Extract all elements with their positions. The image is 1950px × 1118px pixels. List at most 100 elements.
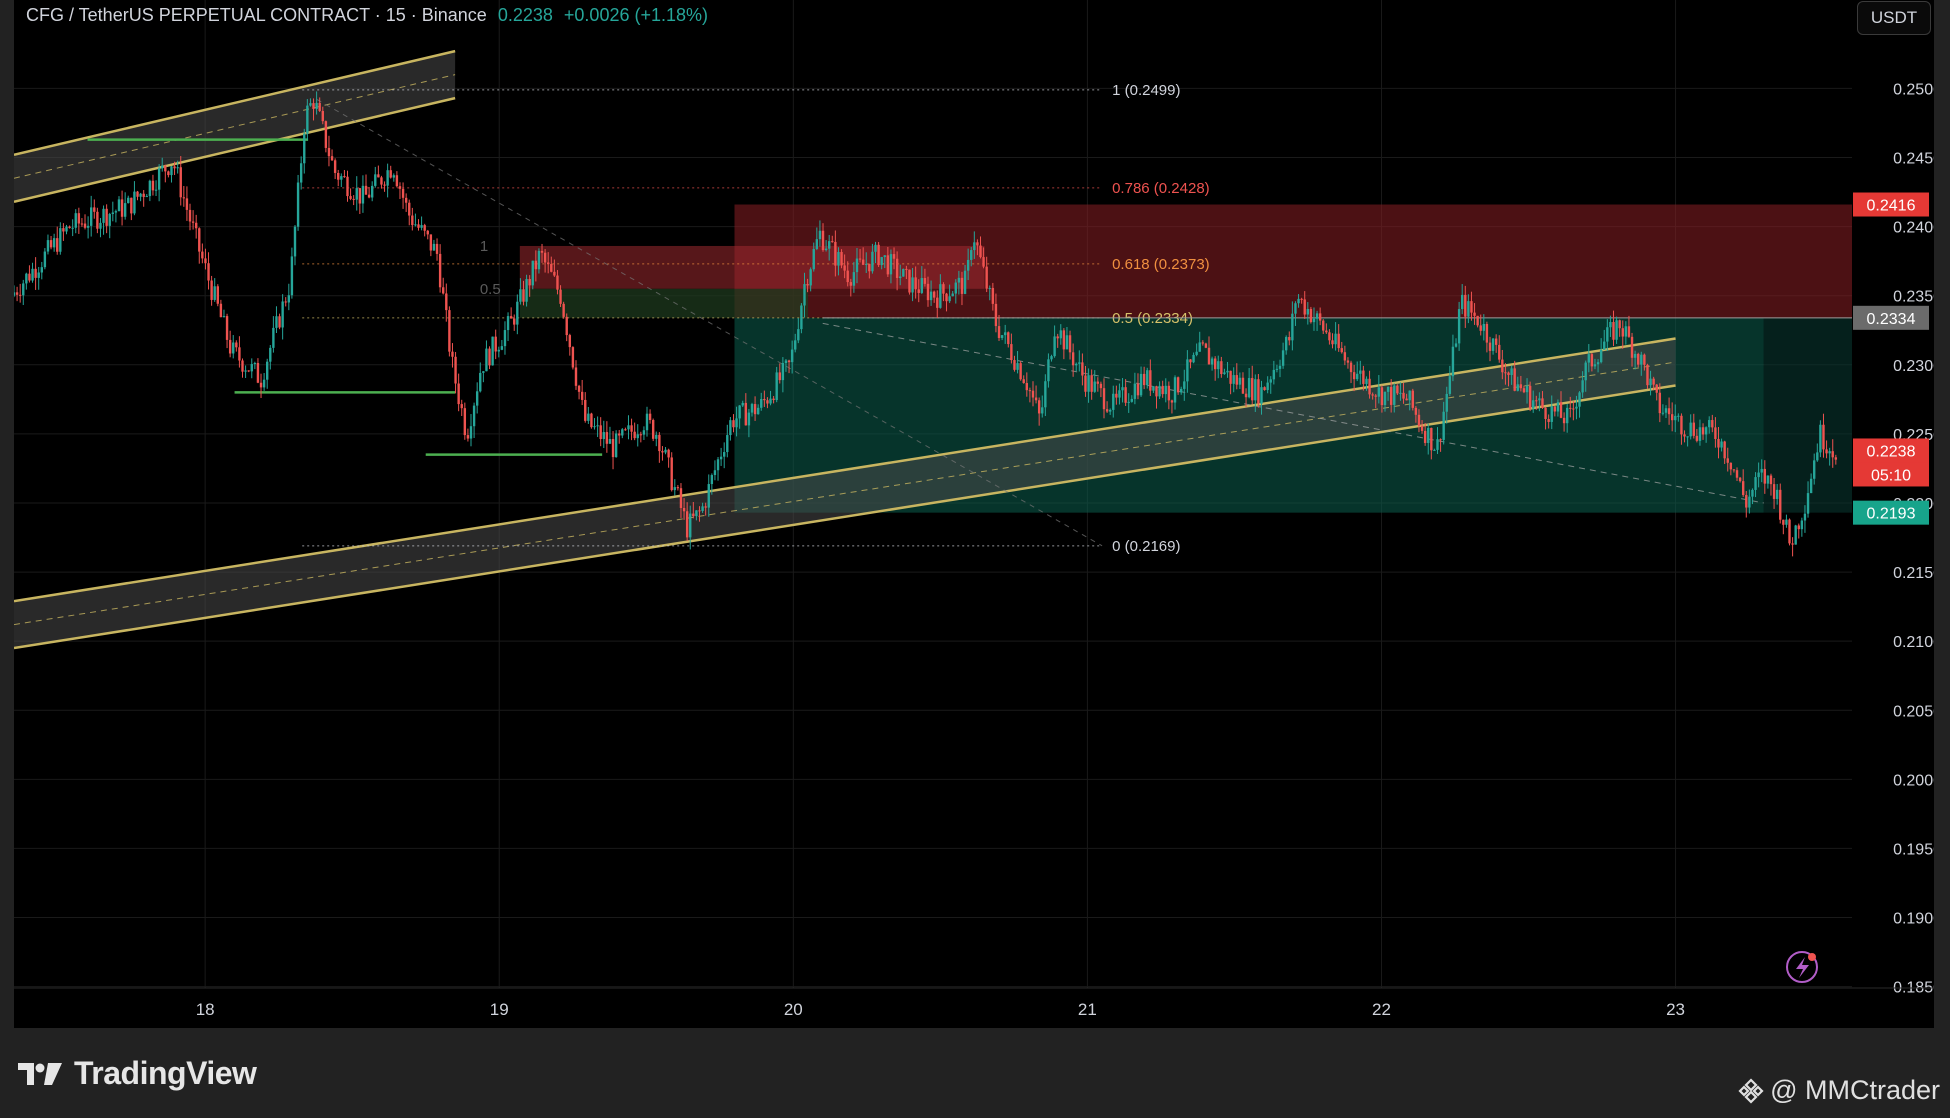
candle-body bbox=[1226, 370, 1229, 373]
candle-body bbox=[219, 303, 223, 318]
candle-body bbox=[108, 213, 111, 226]
candle-body bbox=[83, 223, 87, 228]
candle-body bbox=[812, 248, 815, 270]
candle-body bbox=[389, 170, 392, 178]
candle-body bbox=[892, 254, 896, 259]
candle-body bbox=[1652, 378, 1655, 385]
candle-body bbox=[1322, 320, 1325, 331]
candle-body bbox=[1819, 424, 1822, 453]
candle-body bbox=[1380, 387, 1384, 406]
candle-body bbox=[1510, 368, 1513, 376]
candle-body bbox=[988, 287, 991, 289]
candle-body bbox=[1278, 365, 1282, 369]
candle-body bbox=[1828, 451, 1831, 454]
candle-body bbox=[1031, 390, 1035, 398]
candle-body bbox=[911, 277, 914, 293]
candle-body bbox=[1593, 364, 1597, 367]
candle-body bbox=[834, 241, 837, 266]
candle-body bbox=[1050, 356, 1053, 360]
candle-body bbox=[1349, 362, 1353, 373]
candle-body bbox=[1269, 379, 1272, 383]
candle-body bbox=[56, 238, 59, 252]
candle-body bbox=[1457, 309, 1461, 344]
candle-body bbox=[1087, 375, 1090, 392]
candle-body bbox=[676, 487, 680, 489]
candle-body bbox=[1596, 362, 1600, 365]
candle-body bbox=[1692, 422, 1695, 436]
candle-body bbox=[648, 413, 652, 421]
candle-body bbox=[1402, 392, 1405, 399]
candle-body bbox=[1337, 333, 1340, 349]
candle-body bbox=[1451, 346, 1455, 377]
candle-body bbox=[849, 282, 853, 286]
candle-body bbox=[1130, 398, 1133, 402]
candle-body bbox=[787, 360, 791, 363]
candle-body bbox=[719, 456, 723, 460]
candle-body bbox=[1343, 352, 1347, 361]
candle-body bbox=[1553, 406, 1557, 412]
candle-body bbox=[1488, 342, 1492, 351]
chart-panel[interactable]: 1 0.5 1 (0.2499) 0.786 (0.2428) 0.618 (0.237… bbox=[14, 0, 1934, 1028]
y-axis-tick-label: 0.2350 bbox=[1893, 289, 1934, 306]
candle-body bbox=[1325, 330, 1328, 333]
candle-body bbox=[1578, 392, 1581, 407]
symbol-title[interactable]: CFG / TetherUS PERPETUAL CONTRACT · 15 ·… bbox=[26, 5, 487, 25]
candle-body bbox=[1813, 460, 1816, 479]
candle-body bbox=[651, 420, 655, 439]
tradingview-logo[interactable]: TradingView bbox=[18, 1055, 257, 1092]
candle-body bbox=[343, 176, 346, 178]
candle-body bbox=[883, 255, 886, 258]
candle-body bbox=[28, 273, 31, 281]
candle-body bbox=[235, 342, 238, 348]
candle-body bbox=[182, 197, 186, 199]
candle-body bbox=[886, 255, 890, 275]
candle-body bbox=[806, 284, 809, 286]
candle-body bbox=[417, 224, 420, 228]
candle-body bbox=[1550, 406, 1553, 422]
candle-body bbox=[1013, 360, 1016, 370]
candle-body bbox=[1300, 298, 1303, 300]
candle-body bbox=[979, 245, 982, 258]
candle-body bbox=[1420, 425, 1424, 431]
currency-button[interactable]: USDT bbox=[1857, 1, 1931, 35]
candle-body bbox=[1430, 427, 1433, 451]
candle-body bbox=[80, 223, 84, 225]
candle-body bbox=[1785, 519, 1788, 525]
candle-body bbox=[546, 262, 550, 265]
candle-body bbox=[170, 166, 173, 176]
candle-body bbox=[228, 339, 232, 354]
price-chart[interactable]: 1 0.5 1 (0.2499) 0.786 (0.2428) 0.618 (0.237… bbox=[14, 0, 1934, 1028]
candle-body bbox=[729, 420, 732, 436]
candle-body bbox=[1720, 441, 1723, 448]
candle-body bbox=[1146, 370, 1149, 386]
candle-body bbox=[1572, 408, 1575, 410]
candle-body bbox=[1127, 401, 1130, 403]
candle-body bbox=[1173, 377, 1177, 403]
candle-body bbox=[827, 241, 831, 249]
candle-body bbox=[278, 316, 281, 328]
price-badge-label: 05:10 bbox=[1871, 467, 1911, 484]
candle-body bbox=[1362, 370, 1365, 384]
candle-body bbox=[744, 402, 748, 426]
candle-body bbox=[1803, 513, 1807, 521]
candle-body bbox=[763, 398, 766, 401]
candle-body bbox=[929, 291, 933, 301]
candle-body bbox=[1627, 326, 1631, 337]
candle-body bbox=[902, 268, 905, 277]
candle-body bbox=[1532, 400, 1535, 409]
candle-body bbox=[349, 196, 352, 199]
candle-body bbox=[1680, 415, 1683, 435]
candle-body bbox=[1099, 383, 1103, 389]
candle-body bbox=[519, 289, 522, 302]
candle-body bbox=[1482, 323, 1486, 331]
candle-body bbox=[970, 250, 973, 260]
candle-body bbox=[917, 289, 920, 293]
candle-body bbox=[1056, 336, 1059, 339]
candle-body bbox=[303, 133, 306, 164]
candle-body bbox=[1195, 351, 1198, 355]
candle-body bbox=[738, 405, 741, 419]
candle-body bbox=[766, 400, 769, 404]
candle-body bbox=[503, 330, 507, 347]
candle-body bbox=[899, 276, 902, 278]
candle-body bbox=[1491, 338, 1495, 351]
